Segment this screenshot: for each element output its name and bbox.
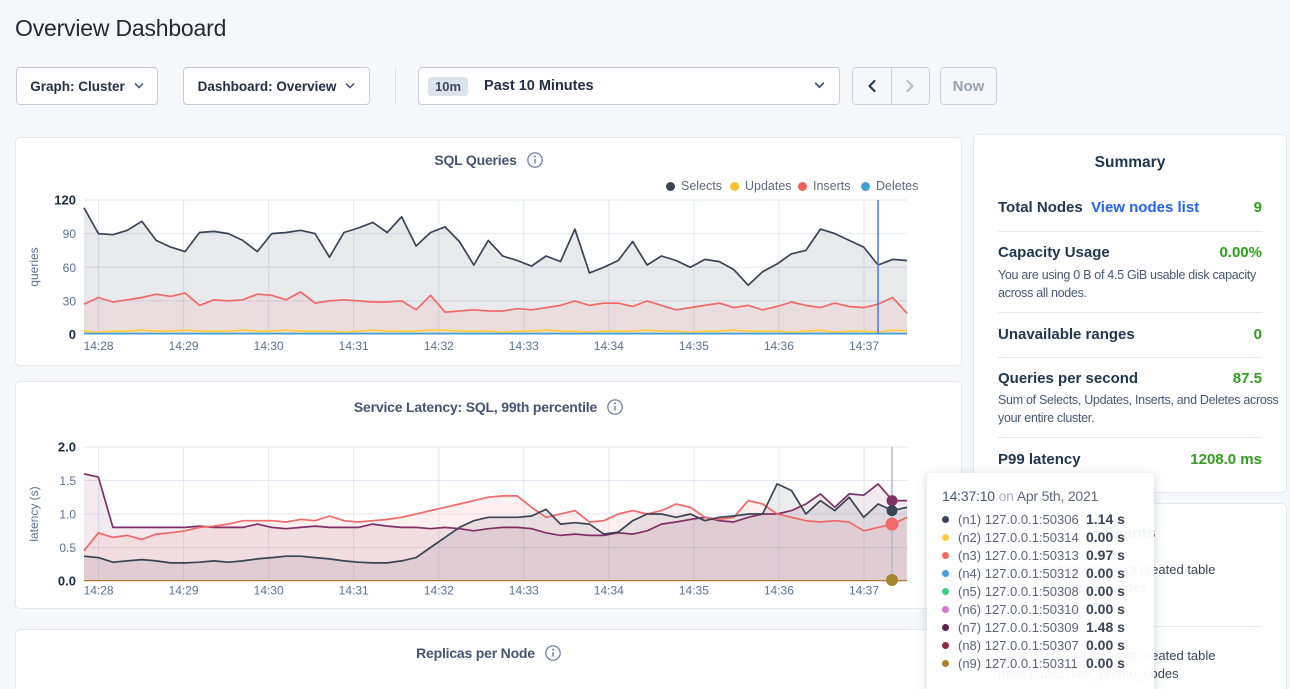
svg-text:0.0: 0.0 xyxy=(58,574,76,589)
svg-text:14:31: 14:31 xyxy=(339,339,369,353)
svg-text:14:34: 14:34 xyxy=(594,339,624,353)
svg-text:latency (s): latency (s) xyxy=(27,486,41,541)
svg-text:90: 90 xyxy=(63,227,77,241)
svg-text:14:33: 14:33 xyxy=(509,584,539,598)
svg-text:120: 120 xyxy=(54,193,76,208)
svg-text:14:32: 14:32 xyxy=(424,339,454,353)
svg-text:0.5: 0.5 xyxy=(59,541,76,555)
svg-text:14:32: 14:32 xyxy=(424,584,454,598)
svg-text:0: 0 xyxy=(69,327,76,342)
svg-text:14:36: 14:36 xyxy=(764,584,794,598)
svg-text:14:37: 14:37 xyxy=(849,584,879,598)
svg-text:14:30: 14:30 xyxy=(254,584,284,598)
svg-text:14:28: 14:28 xyxy=(84,584,114,598)
svg-text:14:29: 14:29 xyxy=(169,339,199,353)
svg-text:30: 30 xyxy=(63,294,77,308)
svg-text:14:31: 14:31 xyxy=(339,584,369,598)
svg-text:1.0: 1.0 xyxy=(59,508,76,522)
svg-text:14:33: 14:33 xyxy=(509,339,539,353)
svg-text:14:34: 14:34 xyxy=(594,584,624,598)
svg-text:14:28: 14:28 xyxy=(84,339,114,353)
svg-text:14:37: 14:37 xyxy=(849,339,879,353)
svg-text:queries: queries xyxy=(27,247,41,286)
svg-text:14:36: 14:36 xyxy=(764,339,794,353)
svg-text:60: 60 xyxy=(63,261,77,275)
svg-text:14:35: 14:35 xyxy=(679,584,709,598)
svg-text:1.5: 1.5 xyxy=(59,474,76,488)
svg-text:14:29: 14:29 xyxy=(169,584,199,598)
svg-text:14:35: 14:35 xyxy=(679,339,709,353)
svg-text:14:30: 14:30 xyxy=(254,339,284,353)
svg-text:2.0: 2.0 xyxy=(58,440,76,455)
